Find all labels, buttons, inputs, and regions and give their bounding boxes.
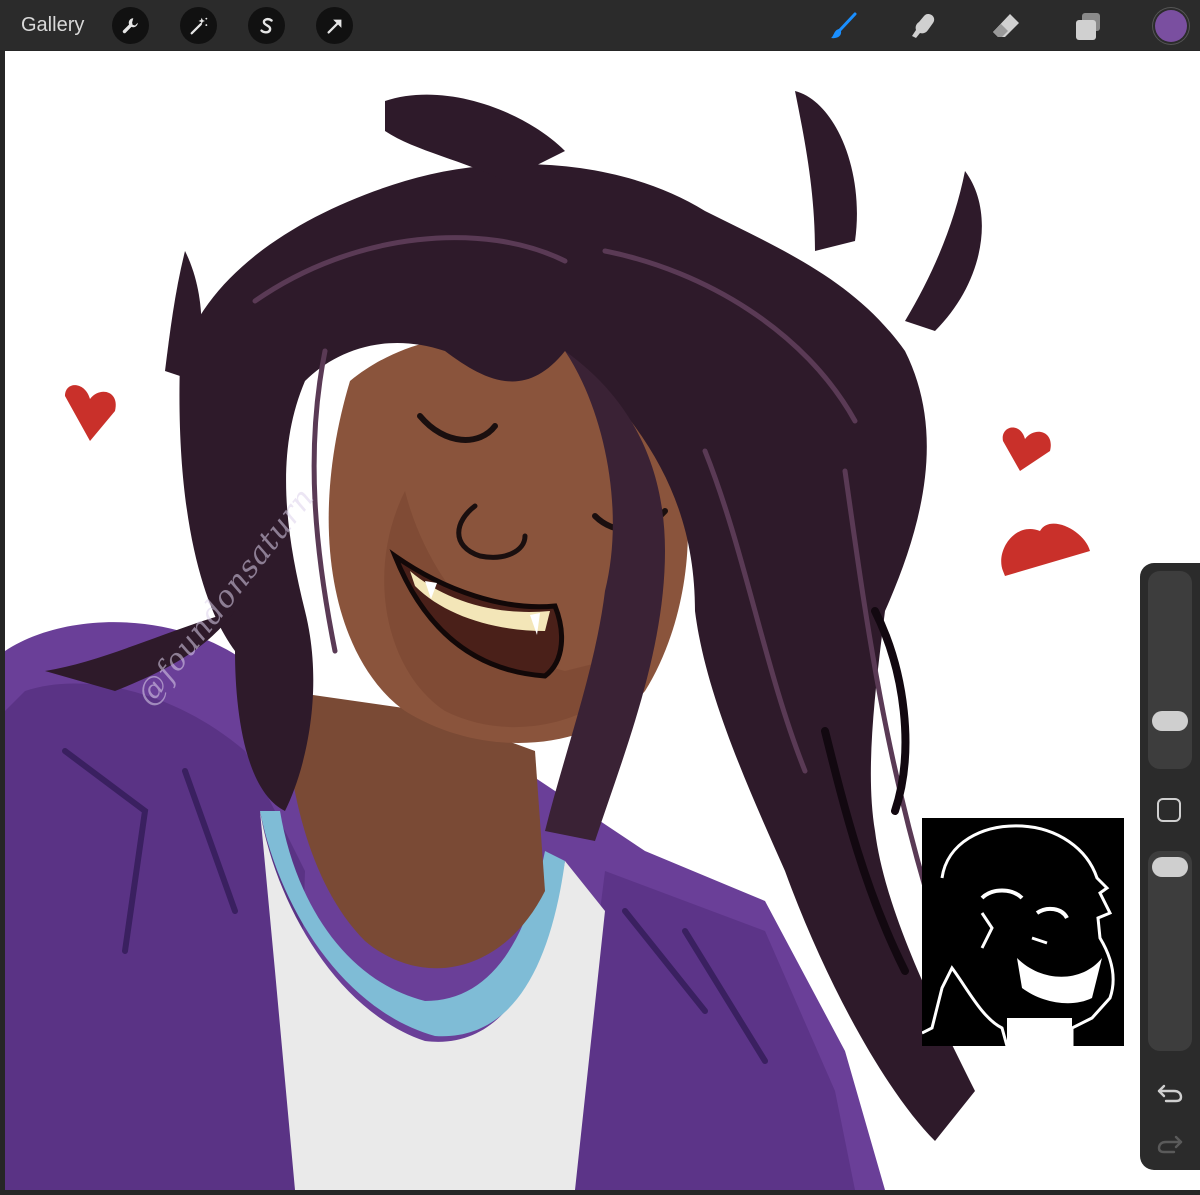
smudge-finger-icon bbox=[912, 14, 935, 38]
redo-icon bbox=[1157, 1135, 1183, 1154]
bottom-edge bbox=[0, 1190, 1200, 1195]
transform-button[interactable] bbox=[316, 7, 353, 44]
brush-tool-button[interactable] bbox=[826, 8, 862, 44]
wrench-icon bbox=[122, 17, 138, 33]
adjustments-button[interactable] bbox=[180, 7, 217, 44]
undo-button[interactable] bbox=[1156, 1080, 1184, 1104]
square-modify-icon[interactable] bbox=[1157, 798, 1181, 822]
brush-opacity-thumb[interactable] bbox=[1152, 857, 1188, 877]
selection-button[interactable] bbox=[248, 7, 285, 44]
actions-button[interactable] bbox=[112, 7, 149, 44]
side-toolbar bbox=[1140, 563, 1200, 1170]
eraser-icon bbox=[993, 14, 1019, 37]
pixel-art-portrait bbox=[921, 818, 1124, 1048]
layers-icon bbox=[1076, 13, 1100, 40]
selection-s-icon bbox=[259, 17, 273, 33]
smudge-tool-button[interactable] bbox=[906, 8, 942, 44]
arrow-cursor-icon bbox=[326, 19, 341, 34]
procreate-app: Gallery @foundonsaturn bbox=[0, 0, 1200, 1195]
brush-icon bbox=[831, 12, 857, 39]
redo-button[interactable] bbox=[1156, 1131, 1184, 1155]
drawing-canvas[interactable]: @foundonsaturn bbox=[5, 51, 1200, 1190]
brush-size-slider[interactable] bbox=[1148, 571, 1192, 769]
top-toolbar: Gallery bbox=[0, 0, 1200, 50]
gallery-button[interactable]: Gallery bbox=[21, 12, 84, 38]
brush-size-thumb[interactable] bbox=[1152, 711, 1188, 731]
layers-button[interactable] bbox=[1070, 8, 1106, 44]
eraser-tool-button[interactable] bbox=[988, 8, 1024, 44]
magic-wand-icon bbox=[190, 17, 207, 34]
color-picker-swatch[interactable] bbox=[1155, 10, 1187, 42]
brush-opacity-slider[interactable] bbox=[1148, 851, 1192, 1051]
undo-icon bbox=[1157, 1084, 1183, 1103]
